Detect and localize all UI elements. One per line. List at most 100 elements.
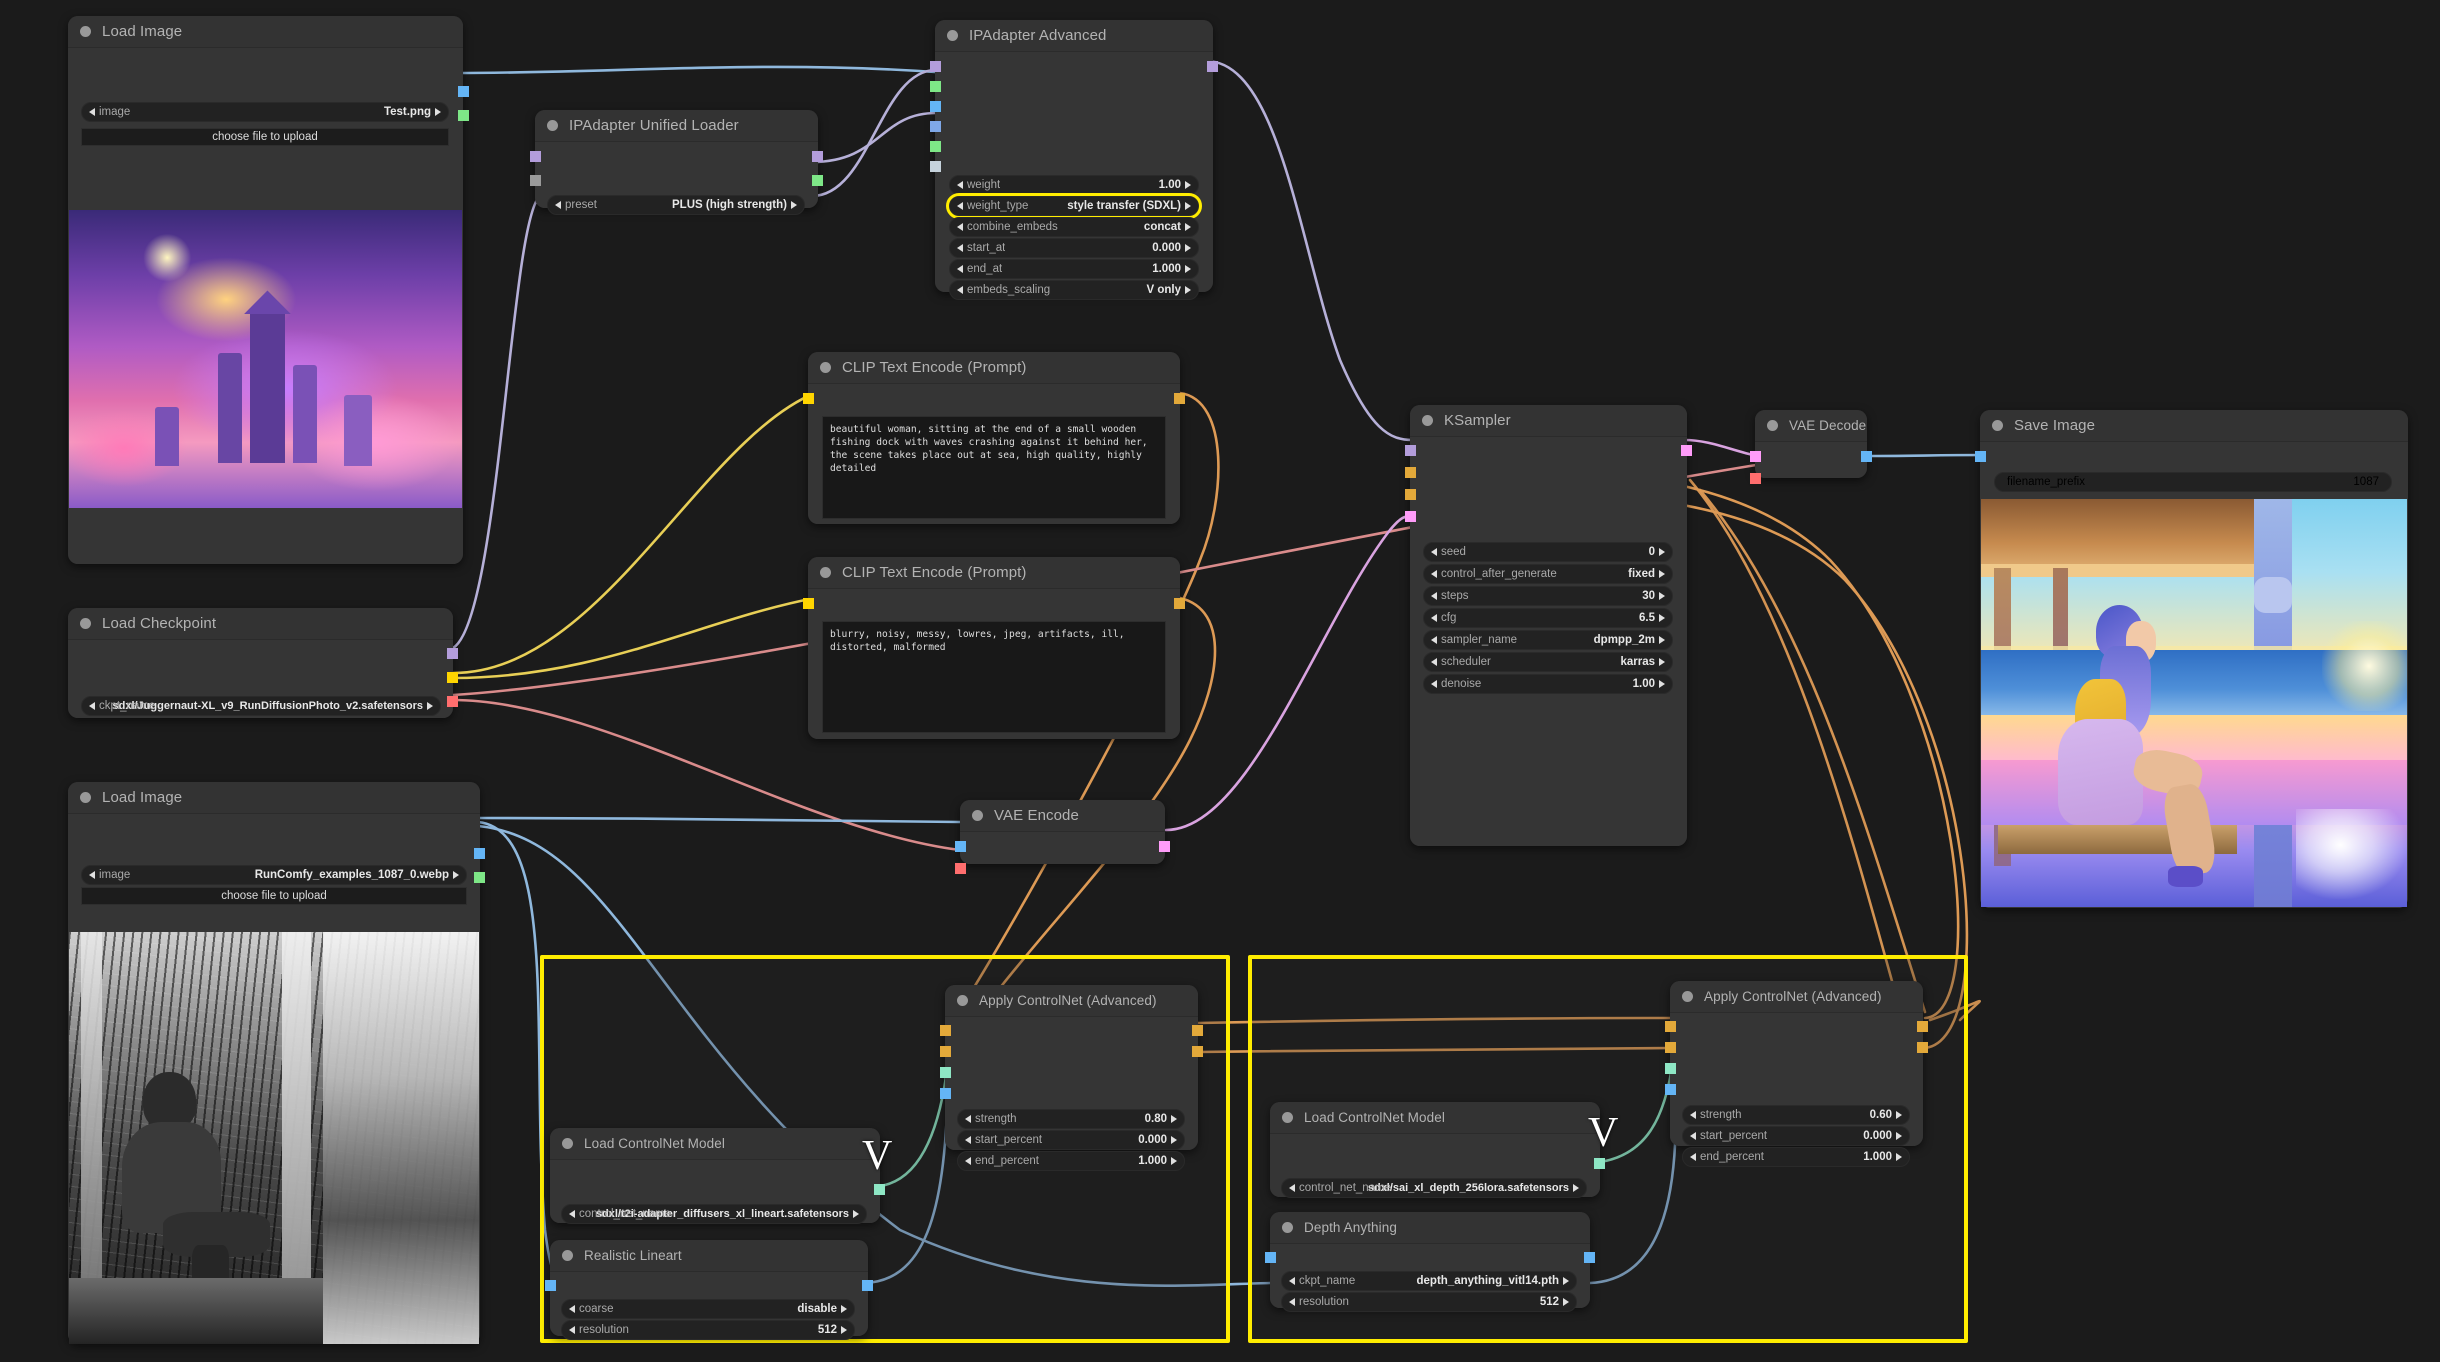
port-ipadapter-in[interactable]: [530, 175, 541, 186]
collapse-dot-icon[interactable]: [562, 1138, 573, 1149]
port-positive-in[interactable]: [1665, 1021, 1676, 1032]
widget-strength[interactable]: strength 0.80: [957, 1109, 1185, 1129]
increment-arrow-icon[interactable]: [1896, 1132, 1902, 1140]
node-load-image-1[interactable]: Load Image image Test.png choose file to…: [68, 16, 469, 564]
port-image-out[interactable]: [1861, 451, 1872, 462]
port-mask-out[interactable]: [458, 110, 469, 121]
increment-arrow-icon[interactable]: [853, 1210, 859, 1218]
decrement-arrow-icon[interactable]: [957, 265, 963, 273]
node-ipadapter-unified-loader[interactable]: IPAdapter Unified Loader preset PLUS (hi…: [530, 110, 823, 215]
collapse-dot-icon[interactable]: [1282, 1222, 1293, 1233]
port-latent-image-in[interactable]: [1405, 511, 1416, 522]
port-clip-in[interactable]: [803, 598, 814, 609]
collapse-dot-icon[interactable]: [1992, 420, 2003, 431]
collapse-dot-icon[interactable]: [80, 792, 91, 803]
widget-image[interactable]: image Test.png: [81, 102, 449, 122]
decrement-arrow-icon[interactable]: [965, 1115, 971, 1123]
node-clip-text-encode-positive[interactable]: CLIP Text Encode (Prompt) beautiful woma…: [803, 352, 1185, 524]
widget-cfg[interactable]: cfg 6.5: [1423, 608, 1673, 628]
increment-arrow-icon[interactable]: [1896, 1153, 1902, 1161]
node-title-bar[interactable]: Depth Anything: [1270, 1212, 1590, 1244]
widget-weight[interactable]: weight 1.00: [949, 175, 1199, 195]
widget-embeds-scaling[interactable]: embeds_scaling V only: [949, 280, 1199, 300]
increment-arrow-icon[interactable]: [1659, 658, 1665, 666]
node-title-bar[interactable]: VAE Encode: [960, 800, 1165, 832]
port-model-in[interactable]: [1405, 445, 1416, 456]
port-vae-in[interactable]: [1750, 473, 1761, 484]
port-image-in[interactable]: [1265, 1252, 1276, 1263]
port-positive-out[interactable]: [1192, 1025, 1203, 1036]
node-title-bar[interactable]: CLIP Text Encode (Prompt): [808, 352, 1180, 384]
decrement-arrow-icon[interactable]: [1431, 680, 1437, 688]
decrement-arrow-icon[interactable]: [89, 871, 95, 879]
decrement-arrow-icon[interactable]: [957, 244, 963, 252]
decrement-arrow-icon[interactable]: [569, 1326, 575, 1334]
node-apply-controlnet-advanced-2[interactable]: Apply ControlNet (Advanced) strength 0.6…: [1665, 981, 1928, 1167]
decrement-arrow-icon[interactable]: [569, 1305, 575, 1313]
decrement-arrow-icon[interactable]: [965, 1157, 971, 1165]
decrement-arrow-icon[interactable]: [1289, 1298, 1295, 1306]
decrement-arrow-icon[interactable]: [1431, 570, 1437, 578]
widget-sampler-name[interactable]: sampler_name dpmpp_2m: [1423, 630, 1673, 650]
prompt-textarea[interactable]: beautiful woman, sitting at the end of a…: [822, 416, 1166, 519]
node-ksampler[interactable]: KSampler seed 0 control_after_generate f…: [1405, 405, 1692, 846]
decrement-arrow-icon[interactable]: [1431, 658, 1437, 666]
port-image-in[interactable]: [940, 1088, 951, 1099]
port-image-out[interactable]: [862, 1280, 873, 1291]
port-ipadapter-out[interactable]: [812, 175, 823, 186]
node-vae-encode[interactable]: VAE Encode: [955, 800, 1170, 874]
node-title-bar[interactable]: Load ControlNet Model: [1270, 1102, 1600, 1134]
node-load-controlnet-model-1[interactable]: Load ControlNet Model control_net_name s…: [550, 1128, 885, 1224]
prompt-textarea[interactable]: blurry, noisy, messy, lowres, jpeg, arti…: [822, 621, 1166, 733]
widget-preset[interactable]: preset PLUS (high strength): [547, 195, 805, 215]
port-image-out[interactable]: [458, 86, 469, 97]
increment-arrow-icon[interactable]: [1659, 680, 1665, 688]
collapse-dot-icon[interactable]: [547, 120, 558, 131]
port-image-out[interactable]: [474, 848, 485, 859]
increment-arrow-icon[interactable]: [1185, 286, 1191, 294]
node-load-controlnet-model-2[interactable]: Load ControlNet Model control_net_name s…: [1270, 1102, 1605, 1198]
decrement-arrow-icon[interactable]: [1431, 636, 1437, 644]
widget-ckpt-name[interactable]: ckpt_name sdxl/Juggernaut-XL_v9_RunDiffu…: [81, 696, 441, 716]
comfyui-canvas[interactable]: Load Image image Test.png choose file to…: [0, 0, 2440, 1362]
widget-combine-embeds[interactable]: combine_embeds concat: [949, 217, 1199, 237]
node-title-bar[interactable]: Apply ControlNet (Advanced): [1670, 981, 1923, 1013]
node-title-bar[interactable]: Apply ControlNet (Advanced): [945, 985, 1198, 1017]
increment-arrow-icon[interactable]: [435, 108, 441, 116]
increment-arrow-icon[interactable]: [1185, 181, 1191, 189]
port-model-out[interactable]: [447, 648, 458, 659]
decrement-arrow-icon[interactable]: [1431, 592, 1437, 600]
collapse-dot-icon[interactable]: [1282, 1112, 1293, 1123]
port-clip-out[interactable]: [447, 672, 458, 683]
widget-control-after-generate[interactable]: control_after_generate fixed: [1423, 564, 1673, 584]
increment-arrow-icon[interactable]: [1659, 614, 1665, 622]
port-control-net-in[interactable]: [1665, 1063, 1676, 1074]
port-control-net-in[interactable]: [940, 1067, 951, 1078]
decrement-arrow-icon[interactable]: [1690, 1111, 1696, 1119]
collapse-dot-icon[interactable]: [1767, 420, 1778, 431]
increment-arrow-icon[interactable]: [1896, 1111, 1902, 1119]
collapse-dot-icon[interactable]: [80, 26, 91, 37]
collapse-dot-icon[interactable]: [80, 618, 91, 629]
collapse-dot-icon[interactable]: [1422, 415, 1433, 426]
node-apply-controlnet-advanced-1[interactable]: Apply ControlNet (Advanced) strength 0.8…: [940, 985, 1203, 1171]
decrement-arrow-icon[interactable]: [957, 223, 963, 231]
port-latent-out[interactable]: [1681, 445, 1692, 456]
increment-arrow-icon[interactable]: [1171, 1115, 1177, 1123]
node-title-bar[interactable]: VAE Decode: [1755, 410, 1867, 442]
node-ipadapter-advanced[interactable]: IPAdapter Advanced weight 1.00 weight_ty…: [930, 20, 1218, 300]
decrement-arrow-icon[interactable]: [89, 702, 95, 710]
node-title-bar[interactable]: Realistic Lineart: [550, 1240, 868, 1272]
port-conditioning-out[interactable]: [1174, 393, 1185, 404]
port-negative-in[interactable]: [1405, 489, 1416, 500]
port-model-out[interactable]: [1207, 61, 1218, 72]
port-pixels-in[interactable]: [955, 841, 966, 852]
port-vae-out[interactable]: [447, 696, 458, 707]
decrement-arrow-icon[interactable]: [89, 108, 95, 116]
decrement-arrow-icon[interactable]: [555, 201, 561, 209]
node-title-bar[interactable]: Save Image: [1980, 410, 2408, 442]
widget-image[interactable]: image RunComfy_examples_1087_0.webp: [81, 865, 467, 885]
increment-arrow-icon[interactable]: [1659, 548, 1665, 556]
widget-seed[interactable]: seed 0: [1423, 542, 1673, 562]
widget-end-percent[interactable]: end_percent 1.000: [957, 1151, 1185, 1171]
